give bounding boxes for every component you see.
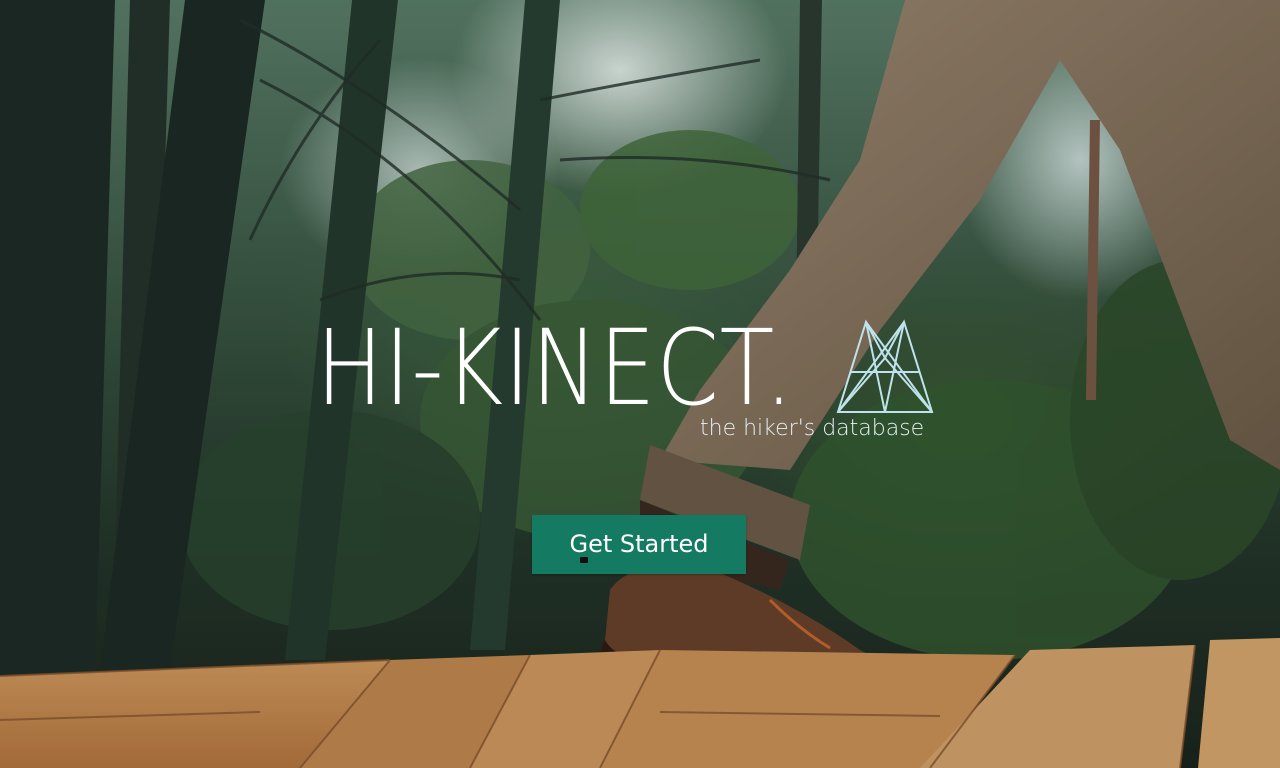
mountain-peaks-icon — [836, 318, 934, 414]
get-started-button[interactable]: Get Started — [532, 515, 746, 574]
mouse-cursor — [580, 557, 588, 563]
logo-wordmark: HI-KINECT. — [316, 307, 794, 429]
logo-tagline: the hiker's database — [700, 416, 925, 441]
brand-logo: HI-KINECT. the hiker's database — [316, 316, 936, 446]
hero-section: HI-KINECT. the hiker's database Get Star… — [0, 0, 1280, 768]
